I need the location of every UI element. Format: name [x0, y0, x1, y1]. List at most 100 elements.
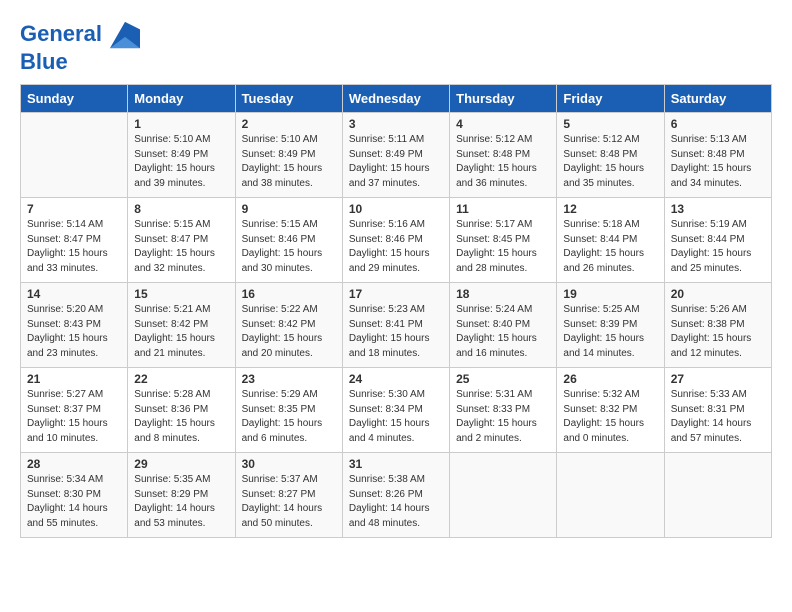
day-number: 17: [349, 287, 443, 301]
day-info: Sunrise: 5:33 AM Sunset: 8:31 PM Dayligh…: [671, 388, 765, 446]
day-number: 2: [242, 117, 336, 131]
day-number: 25: [456, 372, 550, 386]
weekday-header-tuesday: Tuesday: [235, 85, 342, 113]
weekday-header-wednesday: Wednesday: [342, 85, 449, 113]
logo-line2: Blue: [20, 50, 140, 74]
day-info: Sunrise: 5:14 AM Sunset: 8:47 PM Dayligh…: [27, 218, 121, 276]
weekday-header-thursday: Thursday: [450, 85, 557, 113]
calendar-cell: 18Sunrise: 5:24 AM Sunset: 8:40 PM Dayli…: [450, 283, 557, 368]
week-row-2: 7Sunrise: 5:14 AM Sunset: 8:47 PM Daylig…: [21, 198, 772, 283]
day-info: Sunrise: 5:17 AM Sunset: 8:45 PM Dayligh…: [456, 218, 550, 276]
day-number: 5: [563, 117, 657, 131]
day-info: Sunrise: 5:34 AM Sunset: 8:30 PM Dayligh…: [27, 473, 121, 531]
calendar-cell: 26Sunrise: 5:32 AM Sunset: 8:32 PM Dayli…: [557, 368, 664, 453]
day-info: Sunrise: 5:30 AM Sunset: 8:34 PM Dayligh…: [349, 388, 443, 446]
calendar-cell: 28 Sunrise: 5:34 AM Sunset: 8:30 PM Dayli…: [21, 453, 128, 538]
calendar-cell: 8Sunrise: 5:15 AM Sunset: 8:47 PM Daylig…: [128, 198, 235, 283]
day-info: Sunrise: 5:24 AM Sunset: 8:40 PM Dayligh…: [456, 303, 550, 361]
calendar-cell: 14 Sunrise: 5:20 AM Sunset: 8:43 PM Dayli…: [21, 283, 128, 368]
day-number: 14: [27, 287, 121, 301]
day-number: 27: [671, 372, 765, 386]
day-info: Sunrise: 5:21 AM Sunset: 8:42 PM Dayligh…: [134, 303, 228, 361]
calendar-cell: 24 Sunrise: 5:30 AM Sunset: 8:34 PM Dayli…: [342, 368, 449, 453]
day-info: Sunrise: 5:22 AM Sunset: 8:42 PM Dayligh…: [242, 303, 336, 361]
week-row-4: 21Sunrise: 5:27 AM Sunset: 8:37 PM Dayli…: [21, 368, 772, 453]
day-number: 8: [134, 202, 228, 216]
day-number: 13: [671, 202, 765, 216]
day-number: 29: [134, 457, 228, 471]
day-info: Sunrise: 5:10 AM Sunset: 8:49 PM Dayligh…: [242, 133, 336, 191]
day-info: Sunrise: 5:38 AM Sunset: 8:26 PM Dayligh…: [349, 473, 443, 531]
day-number: 4: [456, 117, 550, 131]
day-info: Sunrise: 5:29 AM Sunset: 8:35 PM Dayligh…: [242, 388, 336, 446]
day-number: 3: [349, 117, 443, 131]
calendar-cell: 13 Sunrise: 5:19 AM Sunset: 8:44 PM Dayli…: [664, 198, 771, 283]
day-info: Sunrise: 5:37 AM Sunset: 8:27 PM Dayligh…: [242, 473, 336, 531]
day-number: 20: [671, 287, 765, 301]
day-info: Sunrise: 5:31 AM Sunset: 8:33 PM Dayligh…: [456, 388, 550, 446]
day-info: Sunrise: 5:16 AM Sunset: 8:46 PM Dayligh…: [349, 218, 443, 276]
day-info: Sunrise: 5:28 AM Sunset: 8:36 PM Dayligh…: [134, 388, 228, 446]
day-info: Sunrise: 5:23 AM Sunset: 8:41 PM Dayligh…: [349, 303, 443, 361]
logo-text: General: [20, 20, 140, 50]
calendar-cell: 23Sunrise: 5:29 AM Sunset: 8:35 PM Dayli…: [235, 368, 342, 453]
day-number: 31: [349, 457, 443, 471]
day-number: 12: [563, 202, 657, 216]
weekday-header-monday: Monday: [128, 85, 235, 113]
day-number: 15: [134, 287, 228, 301]
calendar-cell: 19 Sunrise: 5:25 AM Sunset: 8:39 PM Dayli…: [557, 283, 664, 368]
calendar-cell: 22Sunrise: 5:28 AM Sunset: 8:36 PM Dayli…: [128, 368, 235, 453]
day-number: 28: [27, 457, 121, 471]
calendar-cell: [664, 453, 771, 538]
day-info: Sunrise: 5:13 AM Sunset: 8:48 PM Dayligh…: [671, 133, 765, 191]
calendar-table: SundayMondayTuesdayWednesdayThursdayFrid…: [20, 84, 772, 538]
day-info: Sunrise: 5:35 AM Sunset: 8:29 PM Dayligh…: [134, 473, 228, 531]
week-row-5: 28 Sunrise: 5:34 AM Sunset: 8:30 PM Dayli…: [21, 453, 772, 538]
weekday-header-sunday: Sunday: [21, 85, 128, 113]
day-info: Sunrise: 5:26 AM Sunset: 8:38 PM Dayligh…: [671, 303, 765, 361]
calendar-cell: 29 Sunrise: 5:35 AM Sunset: 8:29 PM Dayli…: [128, 453, 235, 538]
day-info: Sunrise: 5:19 AM Sunset: 8:44 PM Dayligh…: [671, 218, 765, 276]
day-info: Sunrise: 5:25 AM Sunset: 8:39 PM Dayligh…: [563, 303, 657, 361]
day-number: 24: [349, 372, 443, 386]
day-number: 1: [134, 117, 228, 131]
calendar-cell: 5Sunrise: 5:12 AM Sunset: 8:48 PM Daylig…: [557, 113, 664, 198]
calendar-cell: 1 Sunrise: 5:10 AM Sunset: 8:49 PM Daylig…: [128, 113, 235, 198]
calendar-cell: 7Sunrise: 5:14 AM Sunset: 8:47 PM Daylig…: [21, 198, 128, 283]
calendar-cell: 20 Sunrise: 5:26 AM Sunset: 8:38 PM Dayli…: [664, 283, 771, 368]
calendar-cell: 9Sunrise: 5:15 AM Sunset: 8:46 PM Daylig…: [235, 198, 342, 283]
day-info: Sunrise: 5:32 AM Sunset: 8:32 PM Dayligh…: [563, 388, 657, 446]
calendar-cell: 17 Sunrise: 5:23 AM Sunset: 8:41 PM Dayli…: [342, 283, 449, 368]
page-header: General Blue: [20, 20, 772, 74]
day-number: 30: [242, 457, 336, 471]
day-number: 6: [671, 117, 765, 131]
weekday-header-row: SundayMondayTuesdayWednesdayThursdayFrid…: [21, 85, 772, 113]
logo: General Blue: [20, 20, 140, 74]
calendar-cell: [557, 453, 664, 538]
calendar-cell: 12 Sunrise: 5:18 AM Sunset: 8:44 PM Dayli…: [557, 198, 664, 283]
calendar-cell: 15 Sunrise: 5:21 AM Sunset: 8:42 PM Dayli…: [128, 283, 235, 368]
day-number: 16: [242, 287, 336, 301]
day-number: 19: [563, 287, 657, 301]
day-info: Sunrise: 5:27 AM Sunset: 8:37 PM Dayligh…: [27, 388, 121, 446]
calendar-cell: 2 Sunrise: 5:10 AM Sunset: 8:49 PM Daylig…: [235, 113, 342, 198]
day-number: 10: [349, 202, 443, 216]
calendar-cell: 16 Sunrise: 5:22 AM Sunset: 8:42 PM Dayli…: [235, 283, 342, 368]
calendar-cell: 31 Sunrise: 5:38 AM Sunset: 8:26 PM Dayli…: [342, 453, 449, 538]
calendar-cell: 21Sunrise: 5:27 AM Sunset: 8:37 PM Dayli…: [21, 368, 128, 453]
calendar-cell: 4 Sunrise: 5:12 AM Sunset: 8:48 PM Daylig…: [450, 113, 557, 198]
calendar-cell: 30 Sunrise: 5:37 AM Sunset: 8:27 PM Dayli…: [235, 453, 342, 538]
day-info: Sunrise: 5:10 AM Sunset: 8:49 PM Dayligh…: [134, 133, 228, 191]
day-info: Sunrise: 5:12 AM Sunset: 8:48 PM Dayligh…: [456, 133, 550, 191]
calendar-cell: 25 Sunrise: 5:31 AM Sunset: 8:33 PM Dayli…: [450, 368, 557, 453]
calendar-cell: 11 Sunrise: 5:17 AM Sunset: 8:45 PM Dayli…: [450, 198, 557, 283]
calendar-cell: [21, 113, 128, 198]
week-row-1: 1 Sunrise: 5:10 AM Sunset: 8:49 PM Daylig…: [21, 113, 772, 198]
day-number: 9: [242, 202, 336, 216]
day-number: 11: [456, 202, 550, 216]
calendar-cell: 6 Sunrise: 5:13 AM Sunset: 8:48 PM Daylig…: [664, 113, 771, 198]
calendar-cell: 10 Sunrise: 5:16 AM Sunset: 8:46 PM Dayli…: [342, 198, 449, 283]
day-info: Sunrise: 5:20 AM Sunset: 8:43 PM Dayligh…: [27, 303, 121, 361]
day-info: Sunrise: 5:18 AM Sunset: 8:44 PM Dayligh…: [563, 218, 657, 276]
calendar-cell: [450, 453, 557, 538]
